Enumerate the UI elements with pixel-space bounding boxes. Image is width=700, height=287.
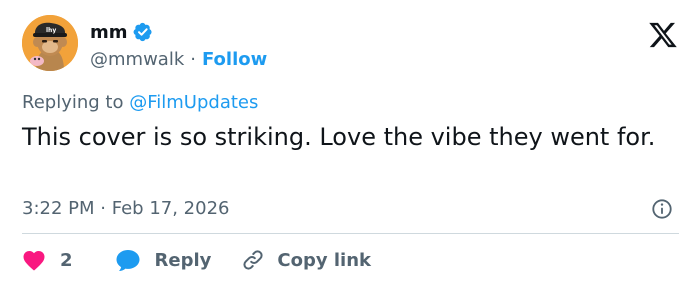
x-logo-icon[interactable] (648, 20, 678, 50)
tweet-card: lhy mm @mmwalk · Follow Replying to @Fil… (0, 0, 700, 287)
copy-link-label: Copy link (277, 249, 371, 271)
reply-context: Replying to @FilmUpdates (22, 92, 258, 113)
reply-mention-link[interactable]: @FilmUpdates (129, 92, 258, 113)
divider (22, 233, 679, 234)
tweet-time: 3:22 PM (22, 198, 95, 219)
follow-button[interactable]: Follow (202, 49, 267, 70)
like-button[interactable]: 2 (22, 249, 73, 271)
author-handle-row: @mmwalk · Follow (90, 47, 267, 71)
tweet-timestamp[interactable]: 3:22 PM · Feb 17, 2026 (22, 198, 229, 219)
speech-bubble-icon (116, 250, 140, 271)
tweet-text: This cover is so striking. Love the vibe… (22, 123, 656, 151)
verified-badge-icon (133, 22, 152, 42)
info-icon[interactable] (651, 198, 673, 220)
heart-icon (23, 251, 45, 271)
reply-label: Reply (154, 249, 212, 271)
tweet-date: Feb 17, 2026 (111, 198, 230, 219)
display-name[interactable]: mm (90, 22, 128, 43)
svg-text:lhy: lhy (46, 27, 56, 34)
reply-button[interactable]: Reply (115, 248, 212, 272)
replying-to-label: Replying to (22, 92, 124, 113)
copy-link-button[interactable]: Copy link (241, 248, 371, 272)
handle-separator: · (190, 48, 196, 70)
action-bar: 2 Reply Copy link (22, 246, 371, 274)
like-count: 2 (60, 249, 73, 271)
timestamp-separator: · (100, 198, 106, 219)
author-name-row: mm (90, 19, 153, 45)
ape-avatar-icon: lhy (22, 15, 78, 71)
avatar[interactable]: lhy (22, 15, 78, 71)
link-icon (243, 250, 263, 270)
author-handle[interactable]: @mmwalk (90, 49, 184, 70)
